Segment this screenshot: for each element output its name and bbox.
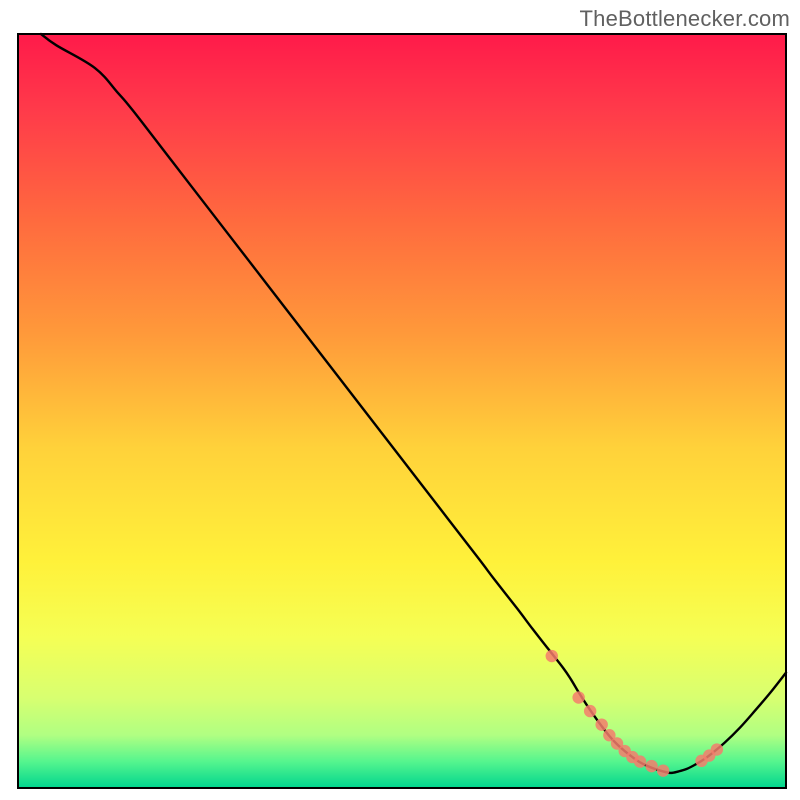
- chart-canvas: [0, 0, 800, 800]
- highlight-dot: [657, 764, 669, 776]
- highlight-dot: [711, 743, 723, 755]
- plot-background: [18, 34, 786, 788]
- highlight-dot: [572, 691, 584, 703]
- watermark-text: TheBottlenecker.com: [580, 6, 790, 32]
- bottleneck-chart: TheBottlenecker.com: [0, 0, 800, 800]
- highlight-dot: [584, 705, 596, 717]
- highlight-dot: [546, 650, 558, 662]
- highlight-dot: [645, 760, 657, 772]
- highlight-dot: [595, 718, 607, 730]
- highlight-dot: [634, 755, 646, 767]
